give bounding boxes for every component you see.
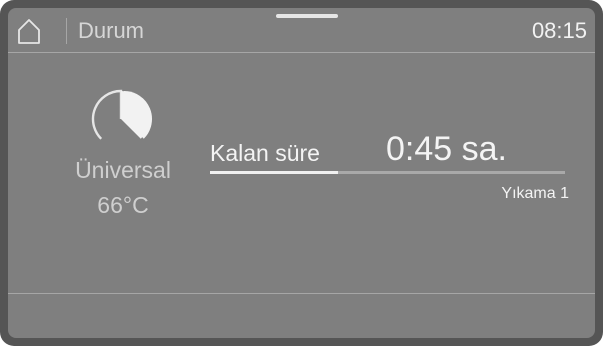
wash-phase-label: Yıkama 1: [501, 185, 569, 202]
pie-chart-icon: [88, 86, 154, 152]
remaining-time-label: Kalan süre: [210, 140, 320, 166]
footer-divider-line: [8, 293, 595, 294]
pull-down-handle[interactable]: [276, 14, 338, 18]
page-title: Durum: [78, 18, 145, 43]
header-bar: Durum 08:15: [8, 8, 595, 52]
progress-bar-fill: [210, 171, 338, 174]
header-divider-line: [8, 52, 595, 53]
header-divider: [66, 18, 67, 44]
device-bezel: Durum 08:15 Üniversal 66°C Kalan süre 0:…: [0, 0, 603, 346]
progress-bar: [210, 171, 565, 174]
display-screen: Durum 08:15 Üniversal 66°C Kalan süre 0:…: [8, 8, 595, 338]
clock-time: 08:15: [531, 18, 587, 43]
program-name: Üniversal: [75, 157, 171, 183]
home-icon[interactable]: [18, 18, 40, 44]
remaining-time-value: 0:45 sa.: [386, 130, 507, 168]
program-temperature: 66°C: [97, 192, 149, 218]
